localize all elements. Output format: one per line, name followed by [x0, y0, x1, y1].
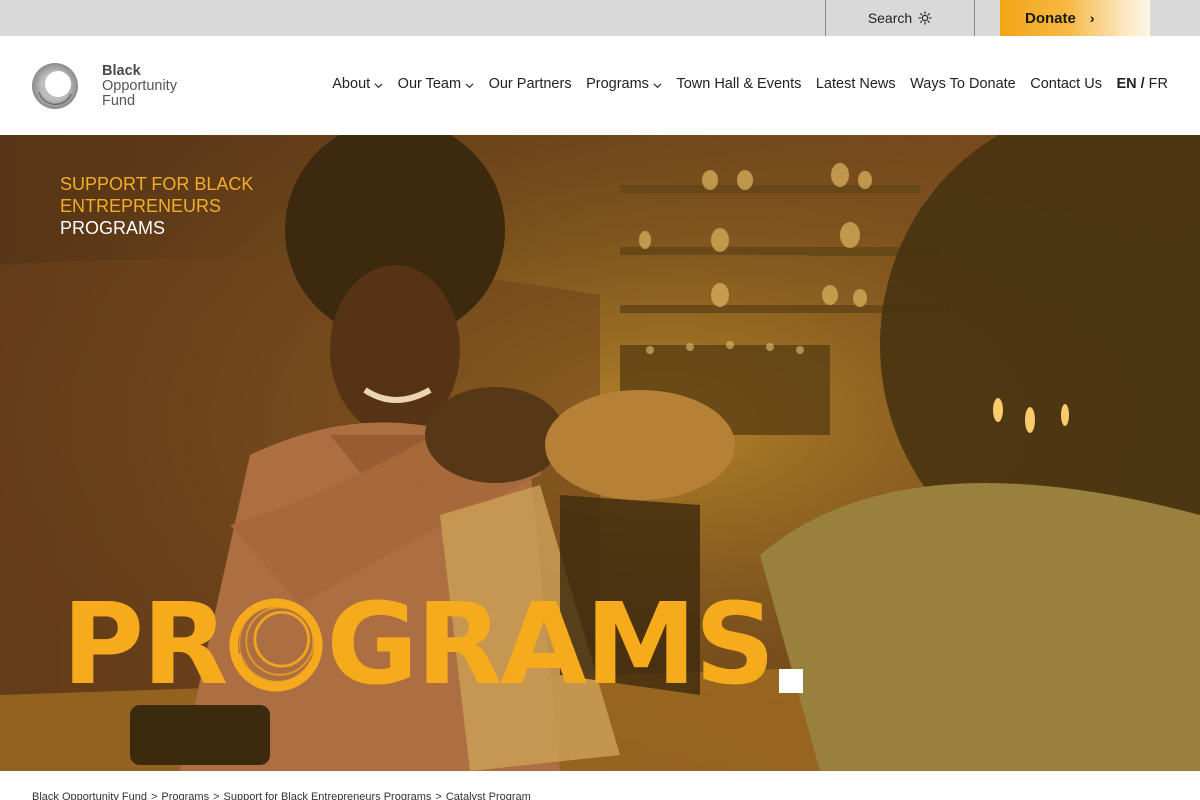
donate-label: Donate — [1025, 9, 1076, 27]
logo-ring-icon — [32, 63, 78, 109]
breadcrumb-item[interactable]: Black Opportunity Fund — [32, 791, 147, 800]
chevron-right-icon: › — [1089, 10, 1095, 26]
site-header: Black Opportunity Fund About Our Team Our … — [0, 36, 1200, 135]
nav-item-town-hall-events[interactable]: Town Hall & Events — [676, 76, 801, 92]
utility-bar: Search Donate › — [0, 0, 1200, 36]
hero-title: PR GRAMS — [62, 580, 804, 710]
title-period-square — [779, 669, 804, 693]
lang-separator: / — [1140, 76, 1145, 92]
hero-title-part-1: PR — [62, 580, 228, 710]
hero-kicker: SUPPORT FOR BLACK ENTREPRENEURS PROGRAMS — [60, 173, 253, 239]
hero-kicker-line-2: ENTREPRENEURS — [60, 196, 222, 216]
breadcrumb: Black Opportunity Fund > Programs > Support … — [32, 791, 531, 800]
breadcrumb-item[interactable]: Support for Black Entrepreneurs Programs — [224, 791, 432, 800]
logo-line-2: Opportunity — [102, 78, 177, 94]
hero-kicker-line-3: PROGRAMS — [60, 218, 166, 238]
logo-text: Black Opportunity Fund — [102, 61, 177, 109]
chevron-down-icon — [653, 82, 662, 88]
nav-item-ways-to-donate[interactable]: Ways To Donate — [910, 76, 1016, 92]
site-logo[interactable]: Black Opportunity Fund — [30, 61, 177, 111]
search-icon — [918, 11, 932, 25]
main-nav: About Our Team Our Partners Programs Town Ha… — [332, 76, 1168, 92]
breadcrumb-item[interactable]: Catalyst Program — [446, 791, 531, 800]
nav-item-contact-us[interactable]: Contact Us — [1030, 76, 1102, 92]
breadcrumb-separator: > — [213, 791, 220, 800]
breadcrumb-separator: > — [435, 791, 442, 800]
breadcrumb-separator: > — [150, 791, 158, 800]
hero-title-part-2: GRAMS — [326, 580, 775, 710]
swirl-ring-icon — [229, 598, 323, 692]
nav-item-programs[interactable]: Programs — [586, 76, 662, 92]
lang-en-link[interactable]: EN — [1116, 76, 1136, 92]
hero-kicker-line-1: SUPPORT FOR BLACK — [60, 174, 254, 194]
nav-item-label: Our Team — [397, 76, 462, 92]
nav-item-label: Ways To Donate — [910, 76, 1016, 92]
chevron-down-icon — [465, 82, 474, 88]
breadcrumb-item[interactable]: Programs — [161, 791, 209, 800]
nav-item-label: About — [332, 76, 371, 92]
nav-item-about[interactable]: About — [332, 76, 383, 92]
donate-button[interactable]: Donate › — [1000, 0, 1150, 36]
lang-fr-link[interactable]: FR — [1149, 76, 1168, 92]
nav-item-label: Contact Us — [1030, 76, 1102, 92]
logo-line-1: Black — [102, 63, 141, 79]
hero-banner: SUPPORT FOR BLACK ENTREPRENEURS PROGRAMS… — [0, 135, 1200, 771]
nav-item-our-team[interactable]: Our Team — [398, 76, 474, 92]
search-label: Search — [867, 10, 913, 26]
nav-item-our-partners[interactable]: Our Partners — [489, 76, 572, 92]
chevron-down-icon — [374, 82, 383, 88]
nav-item-label: Latest News — [815, 76, 896, 92]
nav-item-latest-news[interactable]: Latest News — [816, 76, 896, 92]
nav-item-label: Programs — [586, 76, 649, 92]
logo-line-3: Fund — [102, 93, 136, 109]
search-button[interactable]: Search — [825, 0, 975, 36]
nav-item-label: Town Hall & Events — [676, 76, 802, 92]
nav-item-label: Our Partners — [488, 76, 572, 92]
language-switcher: EN / FR — [1116, 76, 1168, 92]
